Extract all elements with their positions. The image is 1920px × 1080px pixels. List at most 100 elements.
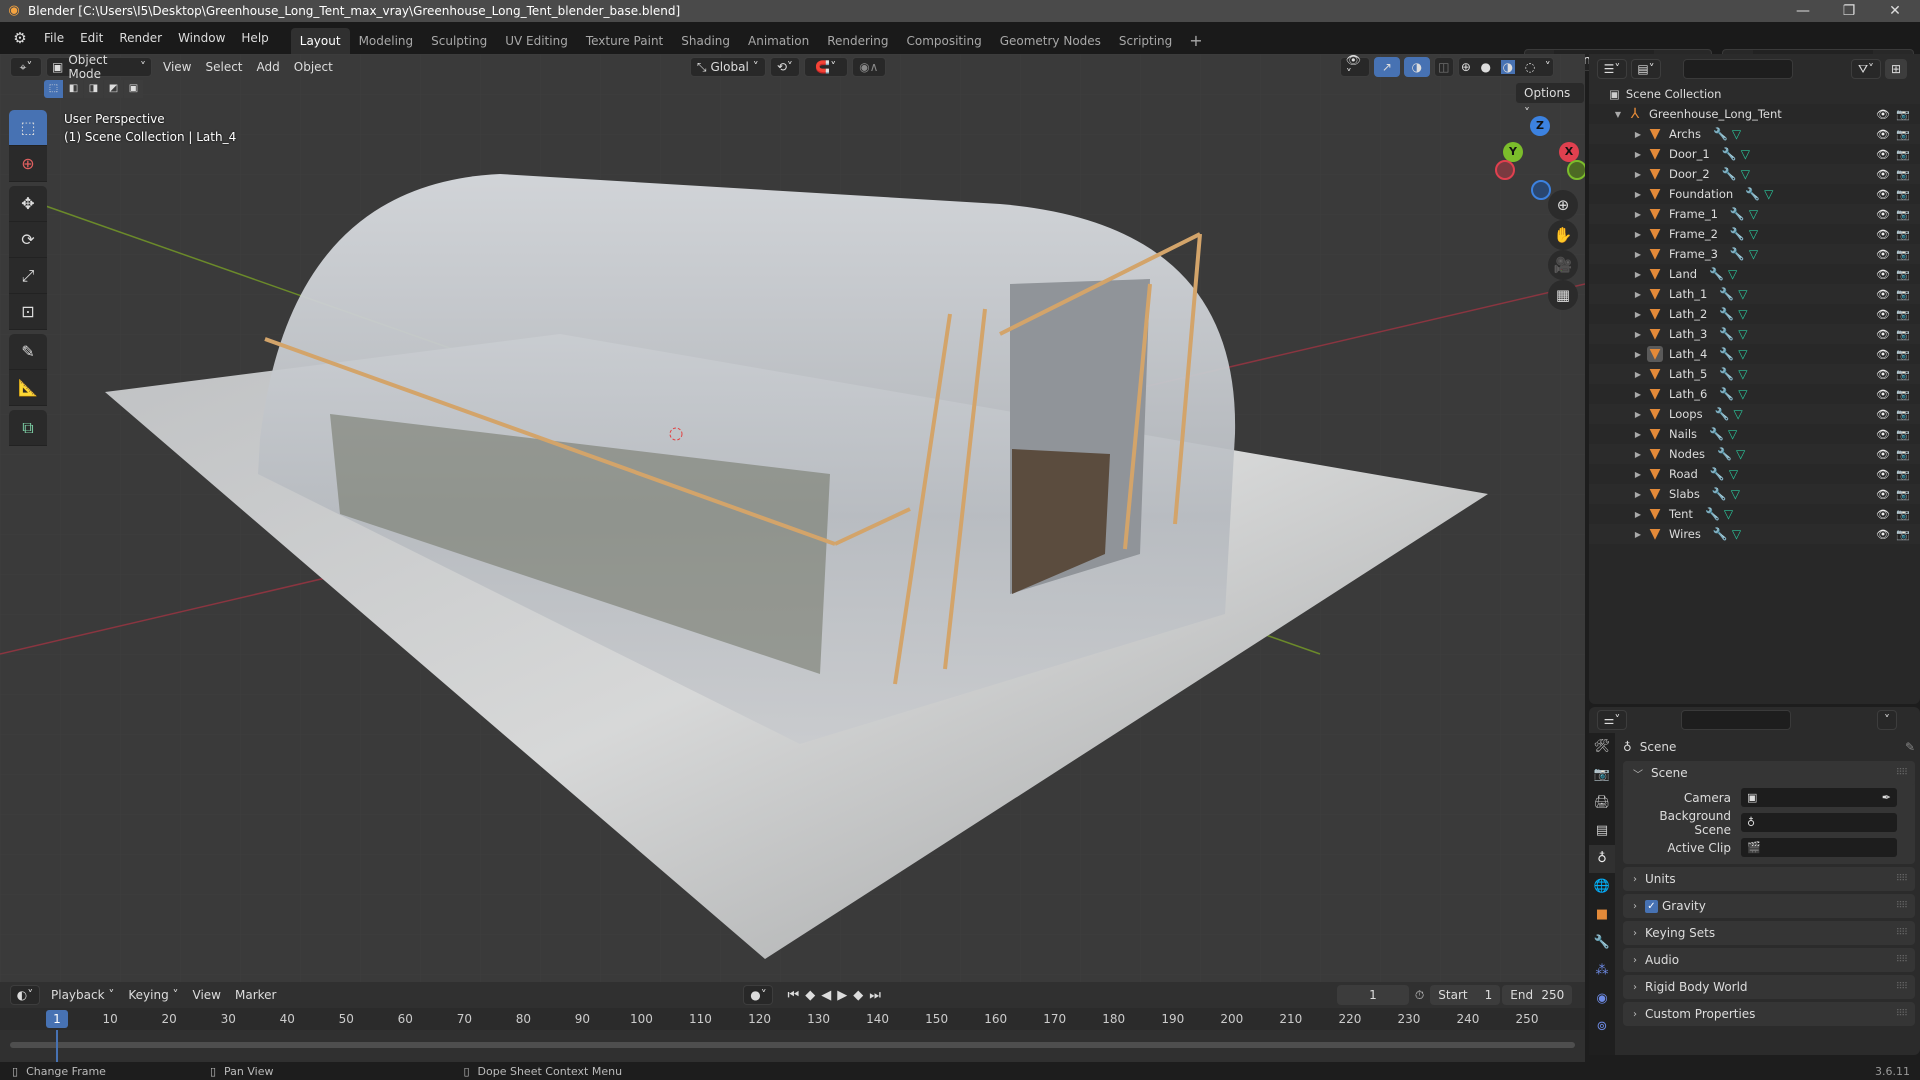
current-frame-field[interactable]: 1: [1336, 985, 1409, 1005]
mesh-data-icon[interactable]: ▽: [1741, 147, 1750, 161]
close-button[interactable]: ✕: [1872, 0, 1918, 22]
active-clip-field[interactable]: 🎬: [1741, 838, 1897, 857]
xray-toggle[interactable]: ◫: [1433, 57, 1454, 77]
mesh-data-icon[interactable]: ▽: [1732, 527, 1741, 541]
outliner-item[interactable]: ▶ ▼ Land 🔧 ▽ 👁 📷: [1589, 264, 1920, 284]
mesh-data-icon[interactable]: ▽: [1731, 487, 1740, 501]
gizmo-neg-z[interactable]: [1531, 180, 1551, 200]
drag-handle-icon[interactable]: ⠿⠿: [1896, 955, 1908, 965]
outliner-item[interactable]: ▶ ▼ Loops 🔧 ▽ 👁 📷: [1589, 404, 1920, 424]
add-workspace-button[interactable]: +: [1181, 28, 1210, 54]
solid-shading-button[interactable]: ●: [1481, 60, 1491, 74]
properties-tab-output[interactable]: 🖨: [1589, 789, 1615, 817]
render-camera-icon[interactable]: 📷: [1896, 388, 1910, 401]
visibility-eye-icon[interactable]: 👁: [1876, 408, 1890, 421]
panel-audio[interactable]: › Audio ⠿⠿: [1623, 948, 1915, 972]
visibility-eye-icon[interactable]: 👁: [1876, 488, 1890, 501]
tab-layout[interactable]: Layout: [290, 28, 350, 54]
tab-rendering[interactable]: Rendering: [818, 28, 897, 54]
gizmo-y-axis[interactable]: Y: [1503, 142, 1523, 162]
mesh-data-icon[interactable]: ▽: [1736, 447, 1745, 461]
modifier-wrench-icon[interactable]: 🔧: [1712, 487, 1727, 501]
render-camera-icon[interactable]: 📷: [1896, 488, 1910, 501]
select-subtract-button[interactable]: ◨: [84, 80, 103, 98]
mesh-data-icon[interactable]: ▽: [1738, 367, 1747, 381]
outliner-item[interactable]: ▶ ▼ Lath_4 🔧 ▽ 👁 📷: [1589, 344, 1920, 364]
outliner-item[interactable]: ▶ ▼ Archs 🔧 ▽ 👁 📷: [1589, 124, 1920, 144]
expand-arrow-icon[interactable]: ▶: [1633, 430, 1643, 439]
mesh-data-icon[interactable]: ▽: [1749, 207, 1758, 221]
render-camera-icon[interactable]: 📷: [1896, 468, 1910, 481]
render-camera-icon[interactable]: 📷: [1896, 128, 1910, 141]
tab-animation[interactable]: Animation: [739, 28, 818, 54]
visibility-eye-icon[interactable]: 👁: [1876, 428, 1890, 441]
mesh-data-icon[interactable]: ▽: [1728, 267, 1737, 281]
auto-keying-toggle[interactable]: ●˅: [743, 985, 774, 1005]
next-keyframe-button[interactable]: ◆: [853, 988, 863, 1003]
properties-search-input[interactable]: [1681, 710, 1791, 730]
modifier-wrench-icon[interactable]: 🔧: [1717, 447, 1732, 461]
expand-arrow-icon[interactable]: ▶: [1633, 510, 1643, 519]
expand-arrow-icon[interactable]: ▶: [1633, 310, 1643, 319]
rendered-shading-button[interactable]: ◌: [1525, 60, 1535, 74]
mesh-data-icon[interactable]: ▽: [1764, 187, 1773, 201]
expand-arrow-icon[interactable]: ▶: [1633, 210, 1643, 219]
render-camera-icon[interactable]: 📷: [1896, 188, 1910, 201]
expand-arrow-icon[interactable]: ▶: [1633, 150, 1643, 159]
expand-arrow-icon[interactable]: ▶: [1633, 410, 1643, 419]
eyedropper-icon[interactable]: ✒: [1882, 788, 1891, 807]
select-intersect-button[interactable]: ▣: [124, 80, 143, 98]
menu-edit[interactable]: Edit: [72, 22, 111, 54]
tab-sculpting[interactable]: Sculpting: [422, 28, 496, 54]
menu-marker[interactable]: Marker: [228, 988, 283, 1002]
annotate-tool[interactable]: ✎: [9, 334, 47, 370]
menu-file[interactable]: File: [36, 22, 72, 54]
menu-window[interactable]: Window: [170, 22, 233, 54]
navigation-gizmo[interactable]: Z Y X: [1495, 110, 1585, 200]
tab-compositing[interactable]: Compositing: [897, 28, 990, 54]
outliner-item[interactable]: ▶ ▼ Lath_2 🔧 ▽ 👁 📷: [1589, 304, 1920, 324]
new-collection-button[interactable]: ⊞: [1885, 59, 1907, 79]
scene-panel-header[interactable]: ﹀ Scene ⠿⠿: [1623, 761, 1915, 785]
mesh-data-icon[interactable]: ▽: [1738, 387, 1747, 401]
modifier-wrench-icon[interactable]: 🔧: [1715, 407, 1730, 421]
panel-keying-sets[interactable]: › Keying Sets ⠿⠿: [1623, 921, 1915, 945]
tab-scripting[interactable]: Scripting: [1110, 28, 1181, 54]
visibility-dropdown[interactable]: 👁˅: [1339, 54, 1370, 81]
expand-arrow-icon[interactable]: ▶: [1633, 390, 1643, 399]
modifier-wrench-icon[interactable]: 🔧: [1719, 367, 1734, 381]
mesh-data-icon[interactable]: ▽: [1728, 427, 1737, 441]
outliner-item[interactable]: ▶ ▼ Lath_3 🔧 ▽ 👁 📷: [1589, 324, 1920, 344]
render-camera-icon[interactable]: 📷: [1896, 268, 1910, 281]
expand-arrow-icon[interactable]: ▶: [1633, 450, 1643, 459]
render-camera-icon[interactable]: 📷: [1896, 408, 1910, 421]
outliner-search-input[interactable]: [1683, 59, 1793, 79]
menu-view[interactable]: View: [156, 60, 198, 74]
proportional-editing-toggle[interactable]: ◉∧: [851, 57, 886, 77]
playhead-line[interactable]: [56, 1030, 58, 1062]
mesh-data-icon[interactable]: ▽: [1738, 347, 1747, 361]
select-extend-button[interactable]: ◧: [64, 80, 83, 98]
transform-tool[interactable]: ⊡: [9, 294, 47, 330]
properties-editor-type[interactable]: ⚌˅: [1597, 710, 1627, 730]
pan-view-button[interactable]: ✋: [1548, 220, 1578, 250]
render-camera-icon[interactable]: 📷: [1896, 288, 1910, 301]
modifier-wrench-icon[interactable]: 🔧: [1730, 247, 1745, 261]
render-camera-icon[interactable]: 📷: [1896, 168, 1910, 181]
material-preview-button[interactable]: ◑: [1500, 60, 1516, 74]
play-button[interactable]: ▶: [837, 988, 847, 1003]
properties-tab-object[interactable]: ■: [1589, 901, 1615, 929]
end-frame-field[interactable]: End 250: [1502, 985, 1573, 1005]
modifier-wrench-icon[interactable]: 🔧: [1722, 167, 1737, 181]
visibility-eye-icon[interactable]: 👁: [1876, 228, 1890, 241]
mesh-data-icon[interactable]: ▽: [1738, 287, 1747, 301]
outliner-item[interactable]: ▶ ▼ Door_1 🔧 ▽ 👁 📷: [1589, 144, 1920, 164]
mesh-data-icon[interactable]: ▽: [1738, 307, 1747, 321]
frame-ruler[interactable]: 1 10 20 30 40 50 60 70 80 90 100 110 120 130 140 150 16…: [0, 1008, 1585, 1030]
modifier-wrench-icon[interactable]: 🔧: [1713, 127, 1728, 141]
expand-arrow-icon[interactable]: ▶: [1633, 470, 1643, 479]
menu-keying[interactable]: Keying ˅: [121, 988, 185, 1002]
mesh-data-icon[interactable]: ▽: [1724, 507, 1733, 521]
add-cube-tool[interactable]: ⧉: [9, 410, 47, 446]
transform-orientation-dropdown[interactable]: ⤡ Global ˅: [689, 57, 766, 77]
